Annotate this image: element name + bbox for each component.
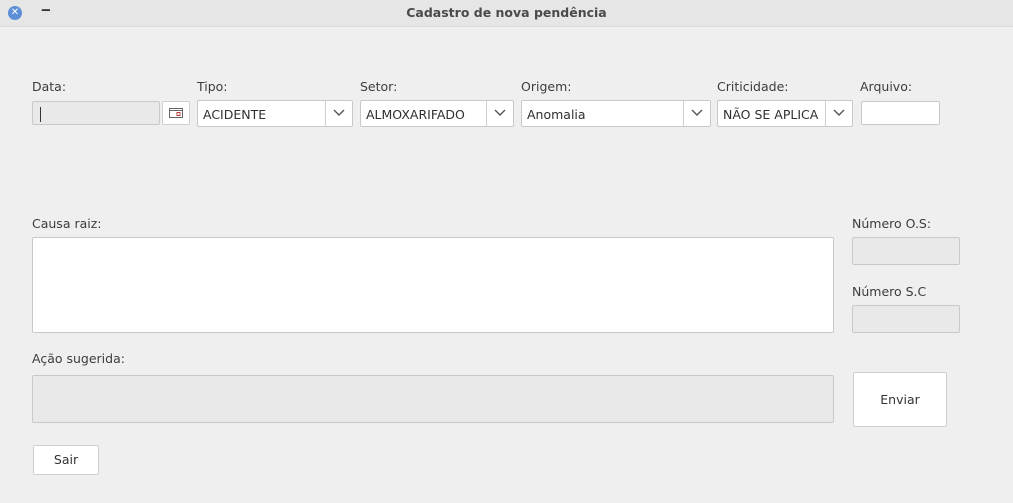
arquivo-label: Arquivo: (860, 79, 913, 94)
origem-label: Origem: (521, 79, 572, 94)
window-title: Cadastro de nova pendência (406, 5, 607, 20)
title-bar: ✕ ‒ Cadastro de nova pendência (0, 0, 1013, 27)
numero-sc-label: Número S.C (852, 284, 927, 299)
data-label: Data: (32, 79, 67, 94)
text-cursor (40, 107, 41, 122)
enviar-button[interactable]: Enviar (853, 372, 947, 427)
chevron-down-icon[interactable] (825, 101, 852, 126)
numero-os-label: Número O.S: (852, 216, 932, 231)
acao-sugerida-field[interactable] (32, 375, 834, 423)
criticidade-select[interactable]: NÃO SE APLICA (717, 100, 853, 127)
data-field[interactable] (32, 101, 160, 125)
tipo-label: Tipo: (197, 79, 228, 94)
calendar-button[interactable] (162, 101, 190, 125)
chevron-down-icon[interactable] (683, 101, 710, 126)
acao-sugerida-label: Ação sugerida: (32, 351, 125, 366)
arquivo-field[interactable] (861, 101, 940, 125)
sair-button[interactable]: Sair (33, 445, 99, 475)
tipo-select[interactable]: ACIDENTE (197, 100, 353, 127)
numero-sc-field[interactable] (852, 305, 960, 333)
tipo-value: ACIDENTE (203, 107, 267, 122)
chevron-down-icon[interactable] (325, 101, 352, 126)
numero-os-field[interactable] (852, 237, 960, 265)
criticidade-value: NÃO SE APLICA (723, 107, 819, 122)
causa-raiz-textarea[interactable] (32, 237, 834, 333)
setor-label: Setor: (360, 79, 398, 94)
criticidade-label: Criticidade: (717, 79, 789, 94)
chevron-down-icon[interactable] (486, 101, 513, 126)
setor-select[interactable]: ALMOXARIFADO (360, 100, 514, 127)
origem-select[interactable]: Anomalia (521, 100, 711, 127)
calendar-icon (169, 108, 183, 118)
causa-raiz-label: Causa raiz: (32, 216, 102, 231)
setor-value: ALMOXARIFADO (366, 107, 465, 122)
origem-value: Anomalia (527, 107, 586, 122)
